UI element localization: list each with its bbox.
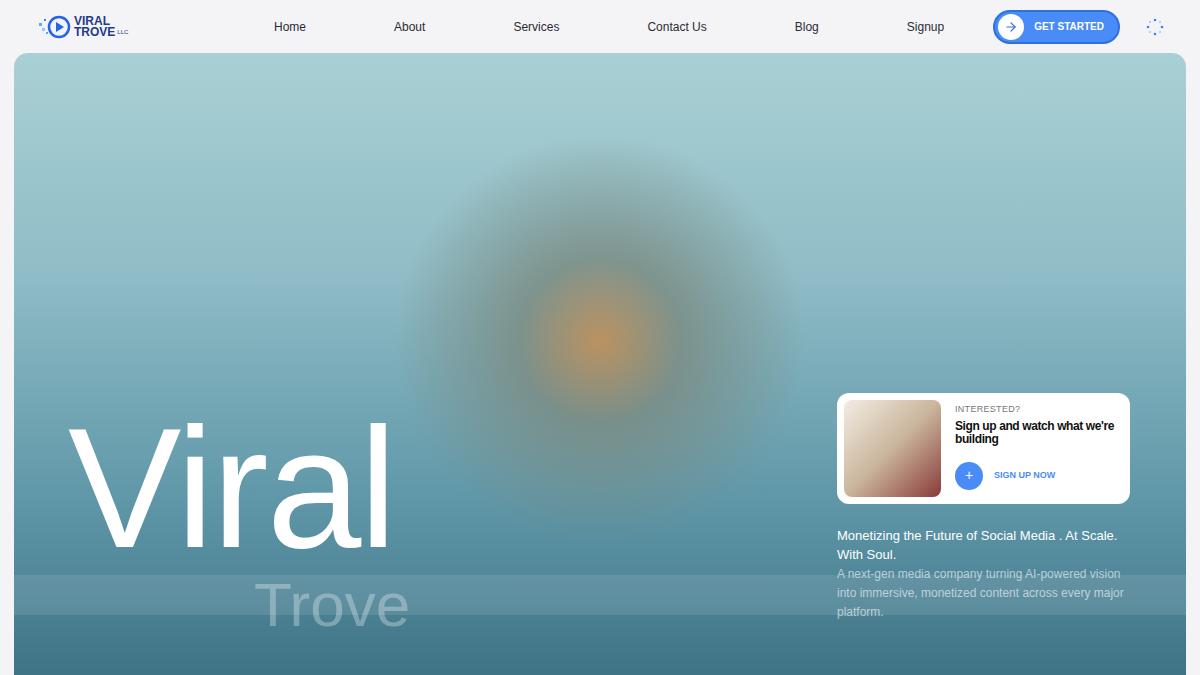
signup-card: INTERESTED? Sign up and watch what we're … bbox=[837, 393, 1130, 504]
get-started-button[interactable]: GET STARTED bbox=[993, 10, 1120, 44]
hero-description: A next-gen media company turning AI-powe… bbox=[837, 565, 1130, 622]
logo-play-icon bbox=[38, 14, 72, 40]
page: VIRALTROVELLC Home About Services Contact Us… bbox=[0, 0, 1200, 675]
logo[interactable]: VIRALTROVELLC bbox=[38, 14, 138, 40]
hero-tagline: Monetizing the Future of Social Media . … bbox=[837, 526, 1130, 564]
nav-link[interactable]: Contact Us bbox=[647, 18, 706, 36]
card-photo bbox=[844, 400, 941, 497]
logo-sub: TROVE bbox=[74, 27, 115, 38]
sign-up-now-button[interactable]: +SIGN UP NOW bbox=[955, 462, 1123, 490]
nav-link[interactable]: Services bbox=[513, 18, 559, 36]
hero: ViralTrove INTERESTED? Sign up and watch w… bbox=[14, 53, 1186, 675]
logo-suffix: LLC bbox=[117, 27, 128, 38]
navbar: VIRALTROVELLC Home About Services Contact Us… bbox=[0, 0, 1200, 53]
hero-subtitle: Trove bbox=[254, 573, 410, 637]
arrow-right-icon bbox=[1004, 20, 1018, 34]
nav-link[interactable]: Home bbox=[274, 18, 306, 36]
nav-link[interactable]: About bbox=[394, 18, 425, 36]
card-title: Sign up and watch what we're building bbox=[955, 420, 1123, 446]
nav-link[interactable]: Signup bbox=[907, 18, 944, 36]
nav-links: Home About Services Contact Us Blog Signup bbox=[274, 18, 944, 36]
grid-dots-icon[interactable] bbox=[1146, 18, 1164, 36]
nav-link[interactable]: Blog bbox=[795, 18, 819, 36]
card-eyebrow: INTERESTED? bbox=[955, 403, 1123, 417]
hero-title: Viral bbox=[68, 403, 410, 573]
logo-name: VIRAL bbox=[74, 16, 128, 27]
